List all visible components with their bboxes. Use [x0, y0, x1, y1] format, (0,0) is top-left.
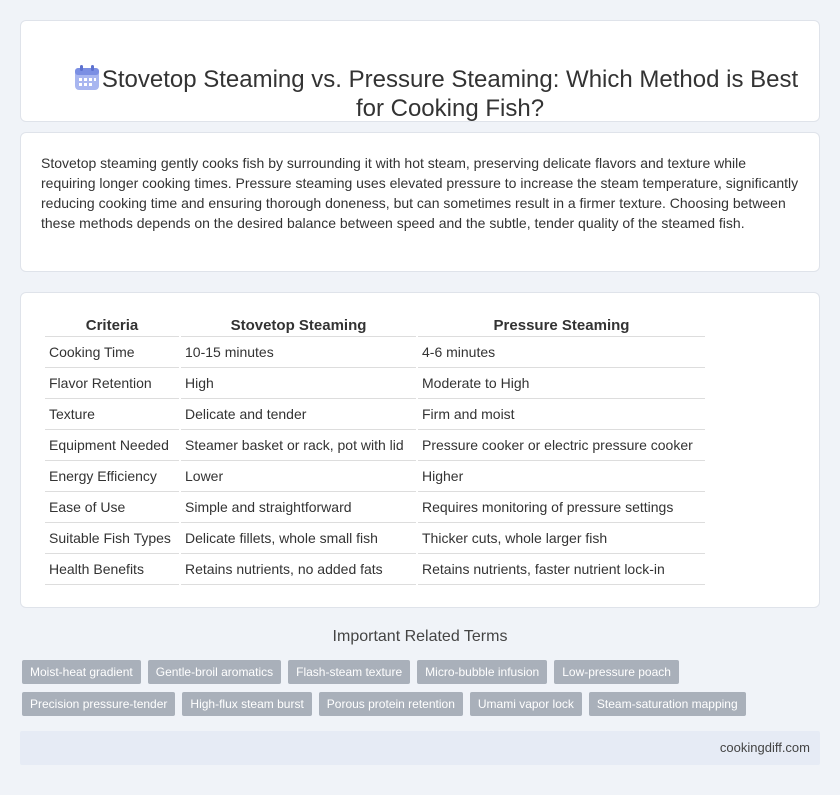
- pressure-cell: Moderate to High: [418, 368, 705, 399]
- table-row: Texture Delicate and tender Firm and moist: [45, 399, 705, 430]
- pressure-cell: 4-6 minutes: [418, 337, 705, 368]
- comparison-table: Criteria Stovetop Steaming Pressure Stea…: [43, 315, 707, 585]
- table-row: Energy Efficiency Lower Higher: [45, 461, 705, 492]
- related-term-tag[interactable]: Steam-saturation mapping: [588, 692, 746, 716]
- title-card: Stovetop Steaming vs. Pressure Steaming:…: [20, 20, 820, 122]
- pressure-cell: Firm and moist: [418, 399, 705, 430]
- criteria-cell: Texture: [45, 399, 179, 430]
- criteria-cell: Health Benefits: [45, 554, 179, 585]
- criteria-cell: Cooking Time: [45, 337, 179, 368]
- related-term-tag[interactable]: Low-pressure poach: [554, 660, 679, 684]
- table-header-row: Criteria Stovetop Steaming Pressure Stea…: [45, 315, 705, 337]
- stovetop-cell: Simple and straightforward: [181, 492, 416, 523]
- stovetop-cell: Delicate and tender: [181, 399, 416, 430]
- stovetop-cell: Steamer basket or rack, pot with lid: [181, 430, 416, 461]
- related-term-tag[interactable]: High-flux steam burst: [182, 692, 312, 716]
- stovetop-cell: Retains nutrients, no added fats: [181, 554, 416, 585]
- related-term-tag[interactable]: Flash-steam texture: [288, 660, 411, 684]
- criteria-cell: Equipment Needed: [45, 430, 179, 461]
- page-title: Stovetop Steaming vs. Pressure Steaming:…: [101, 66, 799, 122]
- stovetop-cell: 10-15 minutes: [181, 337, 416, 368]
- comparison-card: Criteria Stovetop Steaming Pressure Stea…: [20, 292, 820, 608]
- related-terms-heading: Important Related Terms: [332, 628, 508, 645]
- header-pressure: Pressure Steaming: [418, 315, 705, 337]
- table-row: Suitable Fish Types Delicate fillets, who…: [45, 523, 705, 554]
- related-term-tag[interactable]: Gentle-broil aromatics: [147, 660, 282, 684]
- pressure-cell: Retains nutrients, faster nutrient lock-…: [418, 554, 705, 585]
- pressure-cell: Requires monitoring of pressure settings: [418, 492, 705, 523]
- stovetop-cell: High: [181, 368, 416, 399]
- intro-paragraph: Stovetop steaming gently cooks fish by s…: [41, 155, 799, 231]
- footer: cookingdiff.com: [20, 731, 820, 765]
- table-row: Health Benefits Retains nutrients, no add…: [45, 554, 705, 585]
- intro-card: Stovetop steaming gently cooks fish by s…: [20, 132, 820, 272]
- table-row: Flavor Retention High Moderate to High: [45, 368, 705, 399]
- pressure-cell: Higher: [418, 461, 705, 492]
- stovetop-cell: Lower: [181, 461, 416, 492]
- calendar-icon: [75, 65, 99, 90]
- criteria-cell: Energy Efficiency: [45, 461, 179, 492]
- stovetop-cell: Delicate fillets, whole small fish: [181, 523, 416, 554]
- criteria-cell: Suitable Fish Types: [45, 523, 179, 554]
- related-terms-list: Moist-heat gradient Gentle-broil aromati…: [22, 660, 822, 724]
- related-term-tag[interactable]: Moist-heat gradient: [22, 660, 141, 684]
- pressure-cell: Thicker cuts, whole larger fish: [418, 523, 705, 554]
- table-row: Cooking Time 10-15 minutes 4-6 minutes: [45, 337, 705, 368]
- pressure-cell: Pressure cooker or electric pressure coo…: [418, 430, 705, 461]
- site-link[interactable]: cookingdiff.com: [720, 740, 810, 755]
- table-row: Equipment Needed Steamer basket or rack, …: [45, 430, 705, 461]
- header-criteria: Criteria: [45, 315, 179, 337]
- related-term-tag[interactable]: Porous protein retention: [318, 692, 463, 716]
- criteria-cell: Ease of Use: [45, 492, 179, 523]
- criteria-cell: Flavor Retention: [45, 368, 179, 399]
- related-term-tag[interactable]: Micro-bubble infusion: [417, 660, 548, 684]
- related-term-tag[interactable]: Umami vapor lock: [469, 692, 582, 716]
- header-stovetop: Stovetop Steaming: [181, 315, 416, 337]
- table-row: Ease of Use Simple and straightforward Req…: [45, 492, 705, 523]
- related-term-tag[interactable]: Precision pressure-tender: [22, 692, 176, 716]
